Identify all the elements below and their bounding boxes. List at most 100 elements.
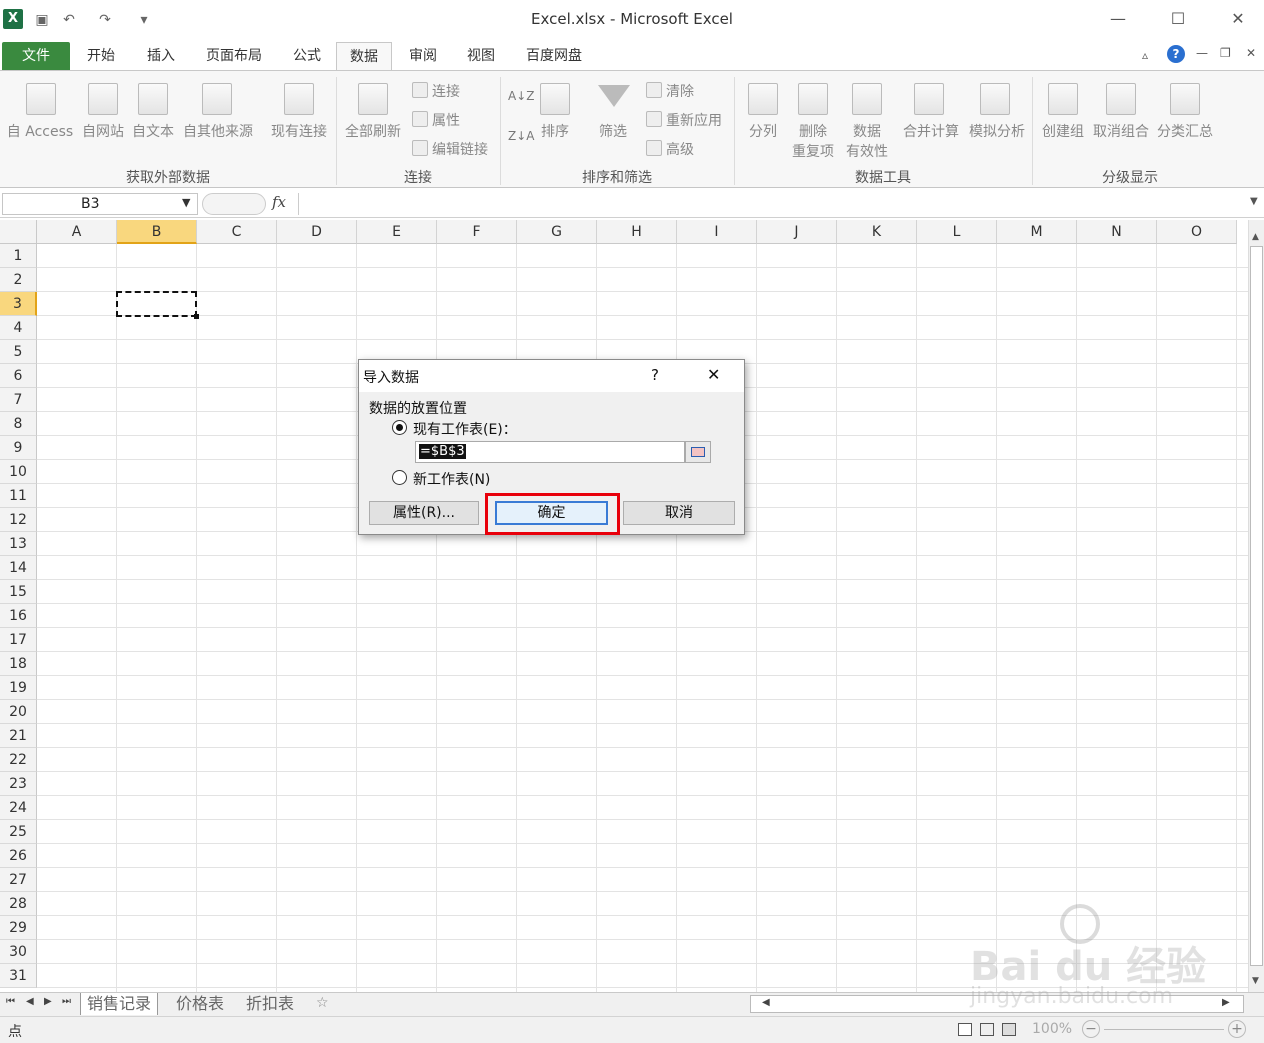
properties-ribbon-button[interactable]: 属性 [432,110,460,130]
select-all-corner[interactable] [0,220,37,244]
tab-baidu-netdisk[interactable]: 百度网盘 [516,42,592,70]
row-header[interactable]: 17 [0,628,37,652]
expand-formula-bar-icon[interactable]: ▼ [1250,196,1258,207]
row-header[interactable]: 31 [0,964,37,988]
row-header[interactable]: 8 [0,412,37,436]
row-header[interactable]: 19 [0,676,37,700]
zoom-level[interactable]: 100% [1032,1021,1072,1037]
prev-sheet-icon[interactable]: ◀ [26,996,34,1007]
row-header[interactable]: 30 [0,940,37,964]
sort-az-icon[interactable]: A↓Z [508,89,534,103]
filter-button[interactable]: 筛选 [590,121,636,141]
row-header[interactable]: 23 [0,772,37,796]
column-header[interactable]: J [757,220,837,244]
tab-page-layout[interactable]: 页面布局 [198,42,270,70]
collapse-dialog-icon[interactable] [685,441,711,463]
sheet-tab-price[interactable]: 价格表 [170,993,230,1015]
column-header[interactable]: H [597,220,677,244]
row-header[interactable]: 11 [0,484,37,508]
row-header[interactable]: 7 [0,388,37,412]
row-header[interactable]: 2 [0,268,37,292]
row-header[interactable]: 26 [0,844,37,868]
name-box[interactable]: B3 [2,193,198,215]
column-header[interactable]: C [197,220,277,244]
scroll-left-icon[interactable]: ◀ [762,997,770,1008]
fill-handle[interactable] [194,314,199,319]
next-sheet-icon[interactable]: ▶ [44,996,52,1007]
connections-button[interactable]: 连接 [432,81,460,101]
formula-bar-resize-handle[interactable] [202,193,266,215]
dialog-close-icon[interactable]: ✕ [707,365,720,384]
edit-links-button[interactable]: 编辑链接 [432,139,488,159]
ribbon-restore-icon[interactable]: ❐ [1220,46,1231,60]
column-header[interactable]: K [837,220,917,244]
reapply-button[interactable]: 重新应用 [666,110,722,130]
row-header[interactable]: 16 [0,604,37,628]
sheet-tab-sales[interactable]: 销售记录 [80,993,159,1015]
row-header[interactable]: 4 [0,316,37,340]
new-worksheet-label[interactable]: 新工作表(N) [413,469,490,489]
text-to-columns-button[interactable]: 分列 [740,121,786,141]
sheet-tab-discount[interactable]: 折扣表 [240,993,300,1015]
zoom-out-icon[interactable]: − [1082,1020,1100,1038]
scroll-thumb[interactable] [1250,246,1263,966]
row-header[interactable]: 5 [0,340,37,364]
existing-connections-button[interactable]: 现有连接 [266,121,332,141]
minimize-icon[interactable]: — [1098,6,1138,32]
column-header[interactable]: A [37,220,117,244]
column-header[interactable]: B [117,220,197,244]
close-icon[interactable]: ✕ [1218,6,1258,32]
first-sheet-icon[interactable]: ⏮ [6,996,15,1007]
selected-cell-marquee[interactable] [116,291,197,317]
row-header[interactable]: 6 [0,364,37,388]
page-layout-view-icon[interactable] [980,1023,994,1036]
column-header[interactable]: M [997,220,1077,244]
tab-view[interactable]: 视图 [458,42,504,70]
data-validation-button[interactable]: 数据 [844,121,890,141]
row-header[interactable]: 22 [0,748,37,772]
new-worksheet-radio[interactable] [392,470,407,485]
row-header[interactable]: 21 [0,724,37,748]
scroll-down-icon[interactable]: ▼ [1252,976,1259,986]
remove-duplicates-button[interactable]: 删除 [790,121,836,141]
column-header[interactable]: G [517,220,597,244]
column-header[interactable]: D [277,220,357,244]
data-validation-label-2[interactable]: 有效性 [840,141,894,161]
cancel-button[interactable]: 取消 [623,501,735,525]
vertical-scrollbar[interactable]: ▲ ▼ [1248,220,1264,992]
column-header[interactable]: N [1077,220,1157,244]
maximize-icon[interactable]: ☐ [1158,6,1198,32]
remove-duplicates-label-2[interactable]: 重复项 [788,141,838,161]
collapse-ribbon-icon[interactable]: ▵ [1142,48,1148,62]
clear-button[interactable]: 清除 [666,81,694,101]
column-header[interactable]: O [1157,220,1237,244]
row-header[interactable]: 27 [0,868,37,892]
row-header[interactable]: 3 [0,292,37,316]
subtotal-button[interactable]: 分类汇总 [1152,121,1218,141]
from-access-button[interactable]: 自 Access [4,121,76,141]
what-if-analysis-button[interactable]: 模拟分析 [964,121,1030,141]
normal-view-icon[interactable] [958,1023,972,1036]
tab-home[interactable]: 开始 [78,42,124,70]
ok-button[interactable]: 确定 [495,501,608,525]
column-header[interactable]: E [357,220,437,244]
formula-input[interactable] [298,193,1246,215]
advanced-button[interactable]: 高级 [666,139,694,159]
row-header[interactable]: 15 [0,580,37,604]
name-box-dropdown-icon[interactable]: ▼ [182,196,190,209]
ribbon-close-icon[interactable]: ✕ [1246,46,1256,60]
row-header[interactable]: 24 [0,796,37,820]
sort-button[interactable]: 排序 [532,121,578,141]
last-sheet-icon[interactable]: ⏭ [62,996,71,1007]
row-header[interactable]: 28 [0,892,37,916]
row-header[interactable]: 18 [0,652,37,676]
row-header[interactable]: 13 [0,532,37,556]
row-header[interactable]: 1 [0,244,37,268]
tab-insert[interactable]: 插入 [138,42,184,70]
sort-za-icon[interactable]: Z↓A [508,129,534,143]
existing-worksheet-radio[interactable] [392,420,407,435]
zoom-in-icon[interactable]: + [1228,1020,1246,1038]
tab-review[interactable]: 审阅 [400,42,446,70]
zoom-slider[interactable] [1104,1029,1224,1030]
insert-sheet-icon[interactable]: ☆ [316,995,329,1011]
